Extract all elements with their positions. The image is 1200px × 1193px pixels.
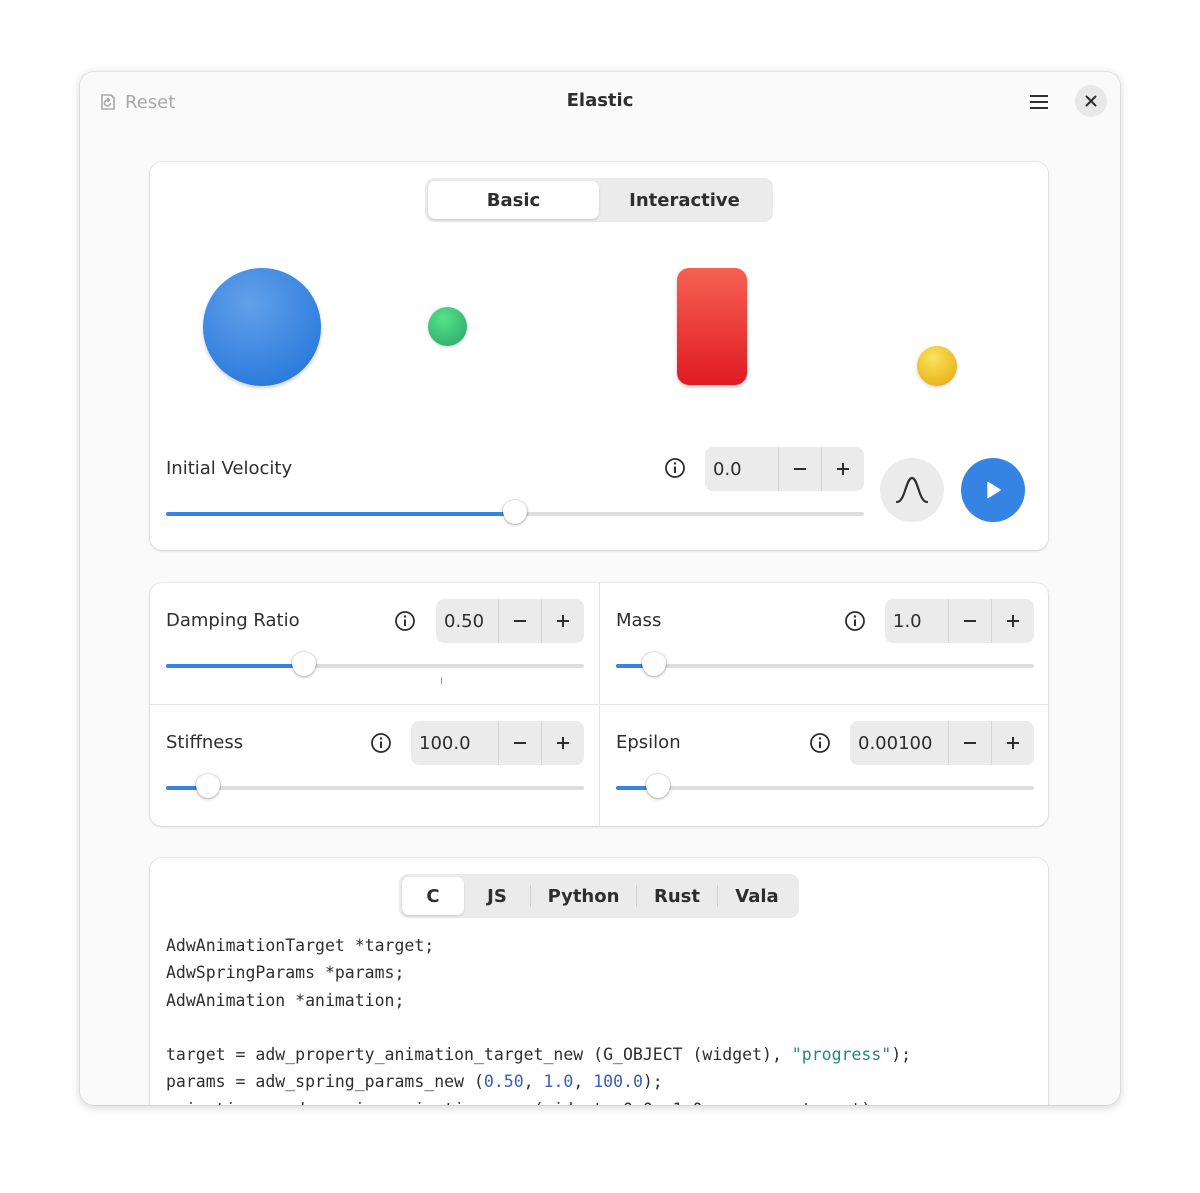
stiffness-value[interactable]: 100.0 — [411, 721, 498, 765]
play-icon — [987, 481, 1001, 499]
tab-c[interactable]: C — [402, 877, 464, 915]
menu-icon — [1030, 95, 1048, 109]
code-card: C JS Python Rust Vala AdwAnimationTarget… — [150, 858, 1048, 1105]
minus-icon — [514, 742, 526, 744]
app-window: Reset Elastic Basic Interactive Initial … — [80, 72, 1120, 1105]
code-line: AdwAnimationTarget *target; — [166, 936, 435, 955]
minus-icon — [514, 620, 526, 622]
epsilon-value[interactable]: 0.00100 — [850, 721, 948, 765]
info-icon[interactable] — [370, 732, 392, 754]
stiffness-slider[interactable] — [166, 773, 584, 803]
epsilon-decrease-button[interactable] — [948, 721, 991, 765]
epsilon-spinbutton: 0.00100 — [850, 721, 1034, 765]
tab-interactive[interactable]: Interactive — [599, 181, 770, 219]
initial-velocity-spinbutton: 0.0 — [705, 447, 864, 491]
damping-ratio-increase-button[interactable] — [541, 599, 584, 643]
minus-icon — [964, 742, 976, 744]
tab-rust[interactable]: Rust — [637, 877, 717, 915]
mass-value[interactable]: 1.0 — [885, 599, 948, 643]
plus-icon — [557, 737, 569, 749]
stiffness-label: Stiffness — [166, 732, 244, 753]
initial-velocity-label: Initial Velocity — [166, 458, 293, 479]
slider-handle[interactable] — [195, 774, 220, 798]
info-icon[interactable] — [394, 610, 416, 632]
damping-ratio-label: Damping Ratio — [166, 610, 300, 631]
code-line: params = adw_spring_params_new (0.50, 1.… — [166, 1072, 663, 1092]
damping-ratio-spinbutton: 0.50 — [436, 599, 584, 643]
code-line: animation = adw_spring_animation_new (wi… — [166, 1096, 1032, 1105]
tab-python[interactable]: Python — [531, 877, 636, 915]
red-rectangle — [677, 268, 747, 385]
code-line: target = adw_property_animation_target_n… — [166, 1045, 912, 1065]
stiffness-increase-button[interactable] — [541, 721, 584, 765]
mass-decrease-button[interactable] — [948, 599, 991, 643]
main-menu-button[interactable] — [1024, 88, 1054, 116]
curve-button[interactable] — [880, 458, 944, 522]
slider-handle[interactable] — [503, 500, 527, 524]
info-icon[interactable] — [809, 732, 831, 754]
initial-velocity-value[interactable]: 0.0 — [705, 447, 778, 491]
parameters-card: Damping Ratio 0.50 Mass 1.0 Stiffness 10… — [150, 583, 1048, 826]
critical-damping-mark — [441, 677, 442, 684]
mass-slider[interactable] — [616, 651, 1034, 681]
tab-vala[interactable]: Vala — [718, 877, 796, 915]
minus-icon — [794, 468, 806, 470]
play-button[interactable] — [961, 458, 1025, 522]
epsilon-label: Epsilon — [616, 732, 681, 753]
plus-icon — [1007, 615, 1019, 627]
plus-icon — [837, 463, 849, 475]
mass-label: Mass — [616, 610, 662, 631]
initial-velocity-decrease-button[interactable] — [778, 447, 821, 491]
stiffness-spinbutton: 100.0 — [411, 721, 584, 765]
green-circle — [428, 307, 467, 346]
tab-js[interactable]: JS — [464, 877, 530, 915]
curve-icon — [895, 476, 929, 504]
yellow-circle — [917, 346, 957, 386]
slider-handle[interactable] — [641, 652, 666, 676]
epsilon-slider[interactable] — [616, 773, 1034, 803]
epsilon-increase-button[interactable] — [991, 721, 1034, 765]
close-button[interactable] — [1075, 85, 1107, 117]
close-icon — [1085, 95, 1097, 107]
demo-mode-switcher: Basic Interactive — [425, 178, 773, 222]
plus-icon — [1007, 737, 1019, 749]
header-bar: Reset Elastic — [80, 72, 1120, 130]
damping-ratio-decrease-button[interactable] — [498, 599, 541, 643]
slider-handle[interactable] — [291, 652, 316, 676]
mass-spinbutton: 1.0 — [885, 599, 1034, 643]
stiffness-decrease-button[interactable] — [498, 721, 541, 765]
damping-ratio-slider[interactable] — [166, 651, 584, 681]
code-line: AdwSpringParams *params; — [166, 963, 405, 983]
language-switcher: C JS Python Rust Vala — [399, 874, 799, 918]
code-view[interactable]: AdwAnimationTarget *target; AdwSpringPara… — [166, 932, 1032, 1105]
damping-ratio-value[interactable]: 0.50 — [436, 599, 498, 643]
initial-velocity-increase-button[interactable] — [821, 447, 864, 491]
mass-increase-button[interactable] — [991, 599, 1034, 643]
info-icon[interactable] — [664, 457, 686, 479]
minus-icon — [964, 620, 976, 622]
initial-velocity-slider[interactable] — [166, 499, 864, 529]
window-title: Elastic — [566, 90, 634, 111]
blue-circle — [203, 268, 321, 386]
demo-card: Basic Interactive Initial Velocity 0.0 — [150, 162, 1048, 550]
tab-basic[interactable]: Basic — [428, 181, 599, 219]
code-line-empty: ​ — [166, 1014, 1032, 1041]
info-icon[interactable] — [844, 610, 866, 632]
code-line: AdwAnimation *animation; — [166, 990, 405, 1010]
plus-icon — [557, 615, 569, 627]
slider-handle[interactable] — [645, 774, 670, 798]
